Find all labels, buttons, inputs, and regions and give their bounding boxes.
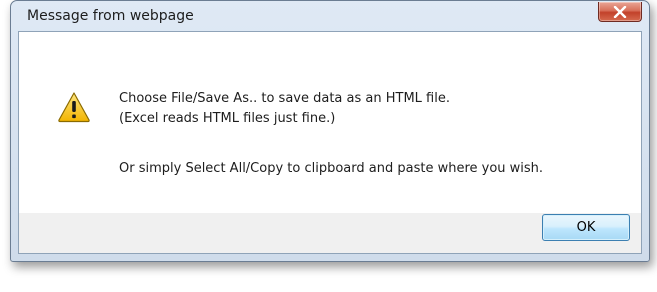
- ok-button[interactable]: OK: [542, 214, 630, 241]
- message-area: Choose File/Save As.. to save data as an…: [19, 32, 641, 213]
- close-button[interactable]: [598, 2, 642, 22]
- title-bar[interactable]: Message from webpage: [11, 1, 649, 31]
- close-icon: [613, 5, 627, 18]
- warning-icon: [57, 91, 91, 123]
- message-line-3: Or simply Select All/Copy to clipboard a…: [119, 161, 544, 176]
- message-line-1: Choose File/Save As.. to save data as an…: [119, 91, 450, 106]
- dialog-title: Message from webpage: [27, 8, 194, 24]
- dialog-body: Choose File/Save As.. to save data as an…: [18, 31, 642, 254]
- message-dialog: Message from webpage Choose File/Save As…: [10, 0, 650, 262]
- message-line-2: (Excel reads HTML files just fine.): [119, 111, 336, 126]
